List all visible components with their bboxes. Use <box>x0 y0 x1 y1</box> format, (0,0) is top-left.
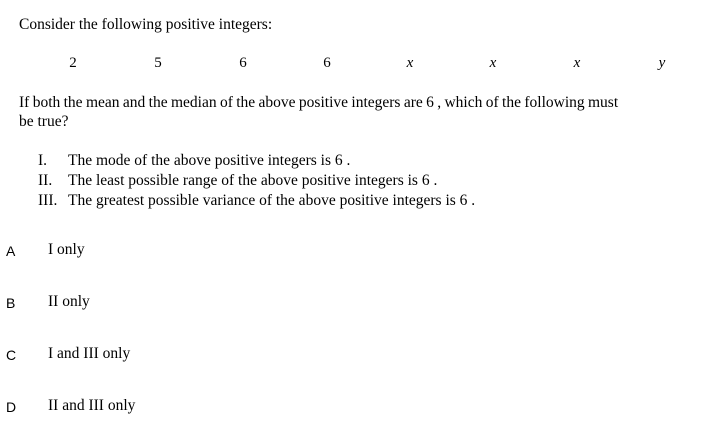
variable-item: y <box>658 55 666 71</box>
statement-text: The greatest possible variance of the ab… <box>68 192 476 209</box>
variable-item: x <box>489 55 497 71</box>
choice-letter: D <box>6 399 17 415</box>
question-prompt-cont: be true? <box>19 113 69 130</box>
choice-text: II only <box>48 293 90 310</box>
statement-2: II. The least possible range of the above… <box>38 172 437 189</box>
statement-text: The least possible range of the above po… <box>68 172 438 189</box>
choice-letter: C <box>6 347 17 363</box>
number-item: 6 <box>323 55 331 71</box>
number-item: 6 <box>239 55 247 71</box>
choice-text: I and III only <box>48 345 131 362</box>
choice-text: II and III only <box>48 397 136 414</box>
variable-item: x <box>406 55 414 71</box>
statement-text: The mode of the above positive integers … <box>68 152 351 169</box>
question-prompt: If both the mean and the median of the a… <box>19 94 619 111</box>
question-intro: Consider the following positive integers… <box>19 16 273 33</box>
choice-text: I only <box>48 241 85 258</box>
statement-3: III. The greatest possible variance of th… <box>38 192 475 209</box>
statement-1: I. The mode of the above positive integer… <box>38 152 350 169</box>
statement-numeral: III. <box>38 192 58 209</box>
number-item: 2 <box>69 55 77 71</box>
choice-letter: A <box>6 243 16 259</box>
variable-item: x <box>573 55 581 71</box>
choice-letter: B <box>6 295 16 311</box>
statement-numeral: I. <box>38 152 48 169</box>
number-item: 5 <box>154 55 162 71</box>
statement-numeral: II. <box>38 172 53 189</box>
